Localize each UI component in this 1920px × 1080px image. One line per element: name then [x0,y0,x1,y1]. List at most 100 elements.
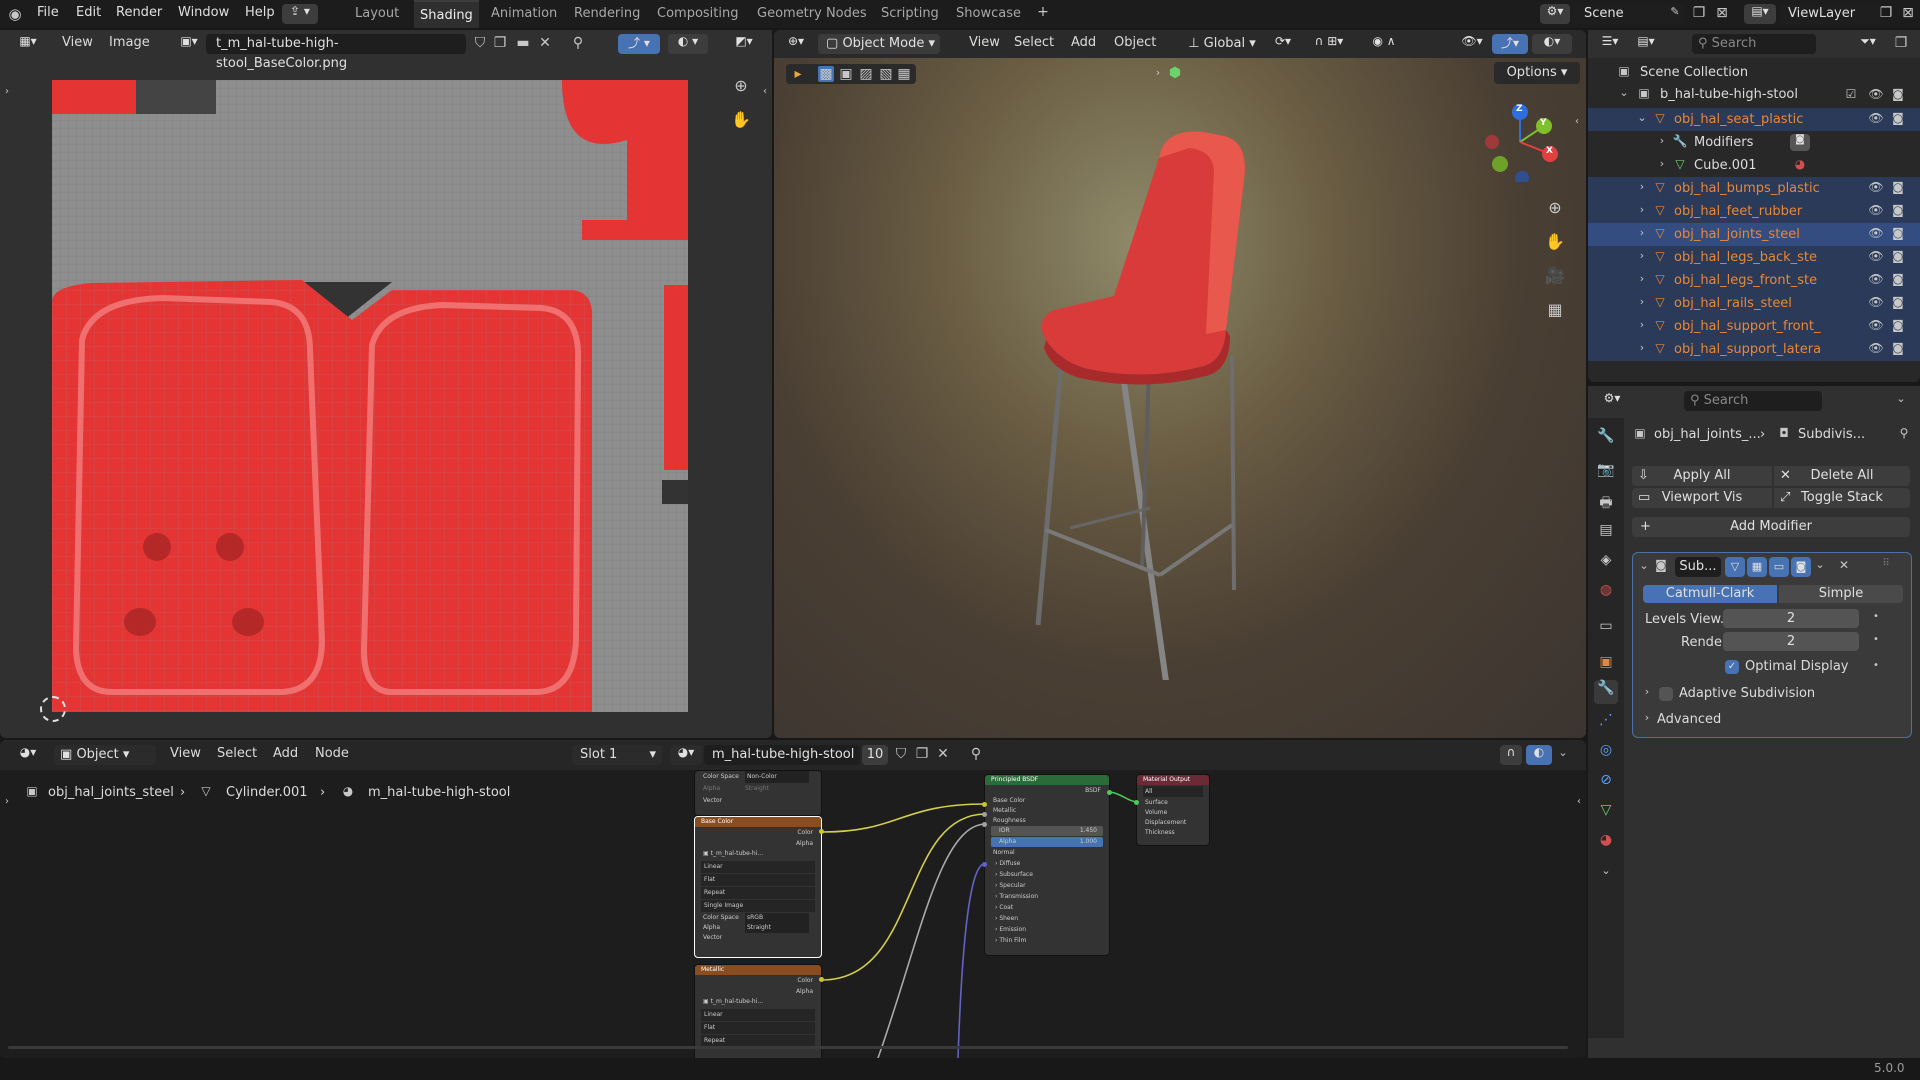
chevron-right-icon[interactable]: › [1636,272,1648,285]
outliner-scene-collection[interactable]: ▣ Scene Collection [1588,62,1920,84]
select-intersect-icon[interactable]: ▦ [896,66,912,82]
node-dropdown[interactable]: Linear [701,861,815,873]
select-invert-icon[interactable]: ▧ [878,66,894,82]
toggle-stack-button[interactable]: ⤢ Toggle Stack [1774,488,1910,508]
scene-tab-icon[interactable]: ◈ [1597,552,1615,568]
chevron-right-icon[interactable]: › [1636,226,1648,239]
data-tab-icon[interactable]: ▽ [1597,802,1615,818]
camera-icon[interactable]: ◙ [1890,111,1906,125]
navigation-gizmo[interactable]: Z Y X [1480,102,1560,185]
delete-all-button[interactable]: ✕ Delete All [1774,466,1910,486]
menu-help[interactable]: Help [245,5,275,20]
pin-icon[interactable]: ⚲ [1896,426,1912,440]
socket[interactable] [982,822,987,827]
eye-icon[interactable]: 👁 [1868,87,1884,101]
editor-type-icon[interactable]: ▦▾ [12,34,44,54]
socket[interactable] [982,802,987,807]
node-image-field[interactable]: ▣ t_m_hal-tube-hi... [695,996,821,1008]
chevron-down-icon[interactable]: ⌄ [1636,111,1648,124]
proportional-edit-icon[interactable]: ◉ ∧ [1362,34,1406,54]
node-dropdown[interactable]: Linear [701,1009,815,1021]
socket[interactable] [982,812,987,817]
material-icon[interactable]: ◕ [1792,157,1808,171]
menu-window[interactable]: Window [178,5,229,20]
display-channels-icon[interactable]: ◩▾ [726,34,762,54]
keyframe-dot-icon[interactable]: • [1871,611,1881,622]
upload-icon[interactable]: ⇪ ▾ [282,4,318,24]
texture-canvas[interactable] [52,80,688,712]
eye-icon[interactable]: 👁 [1868,203,1884,217]
target-dropdown[interactable]: All [1143,786,1203,797]
node-dropdown[interactable]: Repeat [701,887,815,899]
node-image-field[interactable]: ▣ t_m_hal-tube-hi... [695,848,821,860]
material-output-node[interactable]: Material Output All Surface Volume Displ… [1136,774,1210,846]
viewport-editor-type-icon[interactable]: ⊕▾ [780,34,812,54]
keyframe-dot-icon[interactable]: • [1871,660,1881,671]
outliner-item[interactable]: › ▽ obj_hal_support_front_ 👁 ◙ [1588,315,1920,338]
chevron-down-icon[interactable]: ⌄ [1637,559,1651,572]
outliner-item[interactable]: › ▽ obj_hal_legs_back_ste 👁 ◙ [1588,246,1920,269]
ortho-grid-icon[interactable]: ▦ [1544,300,1566,319]
outliner-item[interactable]: › ▽ obj_hal_rails_steel 👁 ◙ [1588,292,1920,315]
edit-mode-toggle-icon[interactable]: ▽ [1725,557,1745,577]
eye-icon[interactable]: 👁 [1868,226,1884,240]
select-extend-icon[interactable]: ▣ [838,66,854,82]
modifier-tab-icon[interactable]: 🔧 [1594,680,1618,704]
eye-icon[interactable]: 👁 [1868,111,1884,125]
chevron-right-icon[interactable]: › [1636,180,1648,193]
pivot-icon[interactable]: ⟳▾ [1268,34,1298,54]
select-new-icon[interactable]: ▩ [818,66,834,82]
bsdf-panel-toggle[interactable]: › Specular [985,880,1109,891]
render-tab-icon[interactable]: 📷 [1597,462,1615,478]
color-space-value[interactable]: sRGB [745,913,809,923]
fake-user-icon[interactable]: ⛉ [472,35,488,51]
eye-icon[interactable]: 👁 [1868,272,1884,286]
zoom-icon[interactable]: ⊕ [730,76,752,95]
cage-toggle-icon[interactable]: ▦ [1747,557,1767,577]
menu-edit[interactable]: Edit [76,5,101,20]
checkbox-icon[interactable]: ☑ [1844,87,1858,101]
pan-hand-icon[interactable]: ✋ [1544,232,1566,251]
view-layer-tab-icon[interactable]: ▤ [1597,522,1615,538]
add-modifier-button[interactable]: + Add Modifier [1632,517,1910,537]
viewport-3d[interactable]: ⊕▾ ▢ Object Mode ▾ View Select Add Objec… [774,30,1586,738]
alpha-value[interactable]: Straight [745,923,809,933]
advanced-label[interactable]: Advanced [1657,712,1721,727]
scene-selector-icon[interactable]: ⚙▾ [1540,4,1570,24]
menu-add[interactable]: Add [1071,35,1096,50]
camera-icon[interactable]: ◙ [1890,249,1906,263]
keyframe-dot-icon[interactable]: • [1871,634,1881,645]
base-color-image-node[interactable]: Base Color Color Alpha ▣ t_m_hal-tube-hi… [694,816,822,958]
new-image-icon[interactable]: ❐ [492,35,508,51]
tab-layout[interactable]: Layout [349,0,405,28]
modifier-badge-icon[interactable]: ◙ [1790,134,1810,151]
ior-field[interactable]: IOR 1.450 [991,826,1103,836]
world-tab-icon[interactable]: ◍ [1597,582,1615,598]
particles-tab-icon[interactable]: ⋰ [1597,712,1615,728]
optimal-display-checkbox[interactable]: ✓ [1725,660,1739,674]
alpha-value[interactable]: Straight [745,783,769,795]
camera-icon[interactable]: ◙ [1890,341,1906,355]
chevron-right-icon[interactable]: › [1641,685,1653,698]
zoom-icon[interactable]: ⊕ [1544,198,1566,217]
render-levels-field[interactable]: 2 [1723,632,1859,651]
chevron-right-icon[interactable]: › [1636,295,1648,308]
pan-hand-icon[interactable]: ✋ [730,110,752,129]
chevron-down-icon[interactable]: ⌄ [1618,86,1630,99]
chevron-right-icon[interactable]: › [1636,203,1648,216]
outliner-type-icon[interactable]: ☰▾ [1594,34,1626,54]
material-preview-icon[interactable]: ⬢ [1166,65,1184,81]
bsdf-panel-toggle[interactable]: › Diffuse [985,858,1109,869]
dropdown-icon[interactable]: ⌄ [1813,558,1827,571]
overlays-icon[interactable]: ◐▾ [1532,34,1572,54]
viewport-vis-button[interactable]: ▭ Viewport Vis [1632,488,1772,508]
bsdf-panel-toggle[interactable]: › Emission [985,924,1109,935]
unlink-image-icon[interactable]: ✕ [538,35,552,51]
menu-view[interactable]: View [62,35,93,50]
new-collection-icon[interactable]: ❐ [1892,35,1910,51]
eye-icon[interactable]: 👁 [1868,249,1884,263]
socket[interactable] [819,829,824,834]
uv-sync-icon[interactable]: ⤴ ▾ [618,34,660,54]
viewport-toggle-icon[interactable]: ▭ [1769,557,1789,577]
viewlayer-selector-icon[interactable]: ▤▾ [1744,4,1776,24]
